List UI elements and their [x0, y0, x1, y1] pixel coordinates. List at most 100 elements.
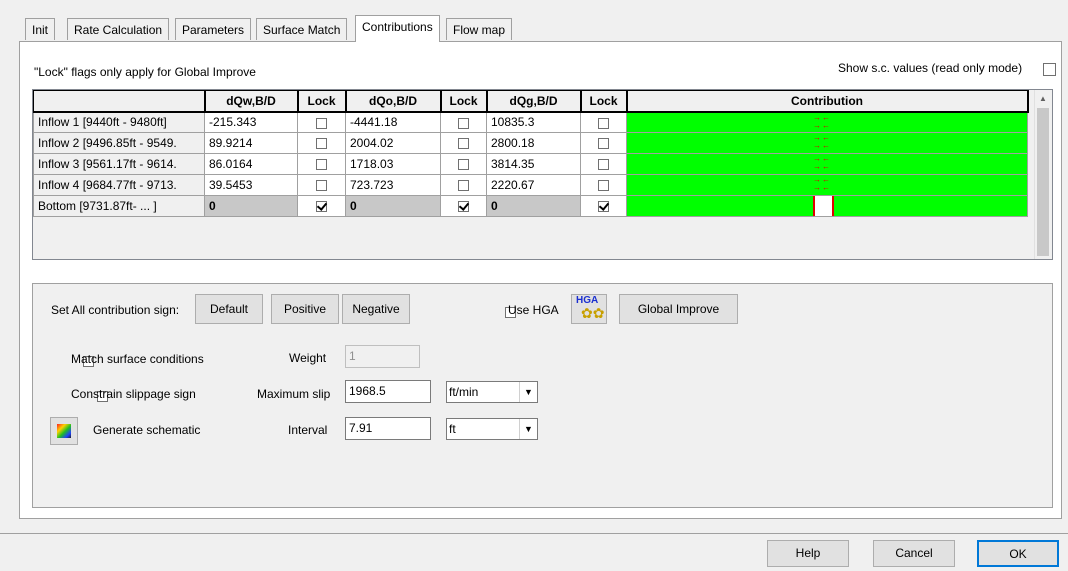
interval-unit-select[interactable]: ft ▼ — [446, 418, 538, 440]
help-button[interactable]: Help — [767, 540, 849, 567]
row-name[interactable]: Inflow 4 [9684.77ft - 9713. — [33, 174, 205, 196]
lock-checkbox[interactable] — [598, 117, 609, 129]
use-hga-label: Use HGA — [508, 303, 559, 317]
lock-w-cell[interactable] — [297, 174, 346, 196]
global-improve-button[interactable]: Global Improve — [619, 294, 738, 324]
tab-init[interactable]: Init — [25, 18, 56, 40]
contribution-cell: →← →← — [626, 174, 1028, 196]
lock-g-cell[interactable] — [580, 153, 627, 175]
col-header-contribution[interactable]: Contribution — [626, 90, 1029, 113]
max-slip-input[interactable]: 1968.5 — [345, 380, 431, 403]
generate-schematic-label: Generate schematic — [93, 423, 201, 437]
col-header-lock-w[interactable]: Lock — [297, 90, 347, 113]
cell-dqw[interactable]: -215.343 — [204, 111, 298, 133]
lock-g-cell[interactable] — [580, 111, 627, 133]
cell-dqo[interactable]: -4441.18 — [345, 111, 441, 133]
lock-checkbox[interactable] — [458, 180, 469, 192]
lock-checkbox-checked[interactable] — [598, 201, 609, 213]
positive-sign-button[interactable]: Positive — [271, 294, 339, 324]
interval-input[interactable]: 7.91 — [345, 417, 431, 440]
contribution-arrows: →← →← — [813, 175, 831, 192]
col-header-dqo[interactable]: dQo,B/D — [345, 90, 442, 113]
cell-dqw[interactable]: 86.0164 — [204, 153, 298, 175]
col-header-lock-g[interactable]: Lock — [580, 90, 628, 113]
tab-flow-map[interactable]: Flow map — [446, 18, 513, 40]
lock-checkbox-checked[interactable] — [458, 201, 469, 213]
cell-dqo[interactable]: 1718.03 — [345, 153, 441, 175]
contribution-cell: →← →← — [626, 132, 1028, 154]
cancel-button[interactable]: Cancel — [873, 540, 955, 567]
lock-checkbox[interactable] — [458, 117, 469, 129]
chevron-down-icon[interactable]: ▼ — [519, 382, 537, 402]
tab-bar: Init Rate Calculation Parameters Surface… — [0, 0, 1068, 44]
lock-o-cell[interactable] — [440, 153, 487, 175]
row-name[interactable]: Inflow 1 [9440ft - 9480ft] — [33, 111, 205, 133]
lock-checkbox[interactable] — [316, 117, 327, 129]
tab-rate-calculation[interactable]: Rate Calculation — [67, 18, 170, 40]
footer-divider — [0, 533, 1068, 534]
lock-checkbox[interactable] — [458, 159, 469, 171]
negative-sign-button[interactable]: Negative — [342, 294, 410, 324]
contribution-bar — [813, 196, 834, 216]
cell-dqo[interactable]: 0 — [345, 195, 441, 217]
lock-w-cell[interactable] — [297, 195, 346, 217]
interval-label: Interval — [288, 423, 328, 437]
row-name[interactable]: Bottom [9731.87ft- ... ] — [33, 195, 205, 217]
row-name[interactable]: Inflow 3 [9561.17ft - 9614. — [33, 153, 205, 175]
lock-checkbox-checked[interactable] — [316, 201, 327, 213]
contribution-cell: →← →← — [626, 153, 1028, 175]
cell-dqo[interactable]: 723.723 — [345, 174, 441, 196]
cell-dqw[interactable]: 39.5453 — [204, 174, 298, 196]
lock-checkbox[interactable] — [316, 159, 327, 171]
weight-input[interactable]: 1 — [345, 345, 420, 368]
cell-dqg[interactable]: 2800.18 — [486, 132, 581, 154]
max-slip-unit-select[interactable]: ft/min ▼ — [446, 381, 538, 403]
generate-schematic-button[interactable] — [50, 417, 78, 445]
cell-dqg[interactable]: 3814.35 — [486, 153, 581, 175]
lock-o-cell[interactable] — [440, 111, 487, 133]
cell-dqg[interactable]: 10835.3 — [486, 111, 581, 133]
interval-unit-value: ft — [449, 422, 456, 436]
lock-checkbox[interactable] — [316, 138, 327, 150]
lock-checkbox[interactable] — [598, 159, 609, 171]
show-sc-checkbox[interactable] — [1043, 63, 1056, 77]
cell-dqg[interactable]: 0 — [486, 195, 581, 217]
grid-vertical-scrollbar[interactable]: ▲ — [1034, 90, 1052, 259]
tab-parameters[interactable]: Parameters — [175, 18, 252, 40]
lock-checkbox[interactable] — [316, 180, 327, 192]
lock-g-cell[interactable] — [580, 132, 627, 154]
lock-w-cell[interactable] — [297, 132, 346, 154]
lock-o-cell[interactable] — [440, 132, 487, 154]
col-header-lock-o[interactable]: Lock — [440, 90, 488, 113]
cell-dqo[interactable]: 2004.02 — [345, 132, 441, 154]
corner-header — [33, 90, 206, 113]
lock-g-cell[interactable] — [580, 174, 627, 196]
sign-label: Set All contribution sign: — [51, 303, 180, 317]
ok-button[interactable]: OK — [977, 540, 1059, 567]
lock-checkbox[interactable] — [598, 138, 609, 150]
lock-checkbox[interactable] — [598, 180, 609, 192]
col-header-dqg[interactable]: dQg,B/D — [486, 90, 582, 113]
col-header-dqw[interactable]: dQw,B/D — [204, 90, 299, 113]
table-row: Inflow 3 [9561.17ft - 9614. 86.0164 1718… — [33, 153, 1028, 175]
lock-w-cell[interactable] — [297, 111, 346, 133]
table-row: Inflow 1 [9440ft - 9480ft] -215.343 -444… — [33, 111, 1028, 133]
lock-checkbox[interactable] — [458, 138, 469, 150]
cell-dqw[interactable]: 89.9214 — [204, 132, 298, 154]
tab-contributions[interactable]: Contributions — [355, 15, 440, 42]
cell-dqw[interactable]: 0 — [204, 195, 298, 217]
default-sign-button[interactable]: Default — [195, 294, 263, 324]
lock-w-cell[interactable] — [297, 153, 346, 175]
hga-button[interactable]: HGA ✿✿ — [571, 294, 607, 324]
lock-g-cell[interactable] — [580, 195, 627, 217]
scroll-up-icon[interactable]: ▲ — [1039, 94, 1047, 103]
weight-label: Weight — [289, 351, 327, 365]
contribution-cell: →← →← — [626, 111, 1028, 133]
chevron-down-icon[interactable]: ▼ — [519, 419, 537, 439]
tab-surface-match[interactable]: Surface Match — [256, 18, 348, 40]
scroll-thumb[interactable] — [1037, 108, 1049, 256]
lock-o-cell[interactable] — [440, 195, 487, 217]
row-name[interactable]: Inflow 2 [9496.85ft - 9549. — [33, 132, 205, 154]
cell-dqg[interactable]: 2220.67 — [486, 174, 581, 196]
lock-o-cell[interactable] — [440, 174, 487, 196]
